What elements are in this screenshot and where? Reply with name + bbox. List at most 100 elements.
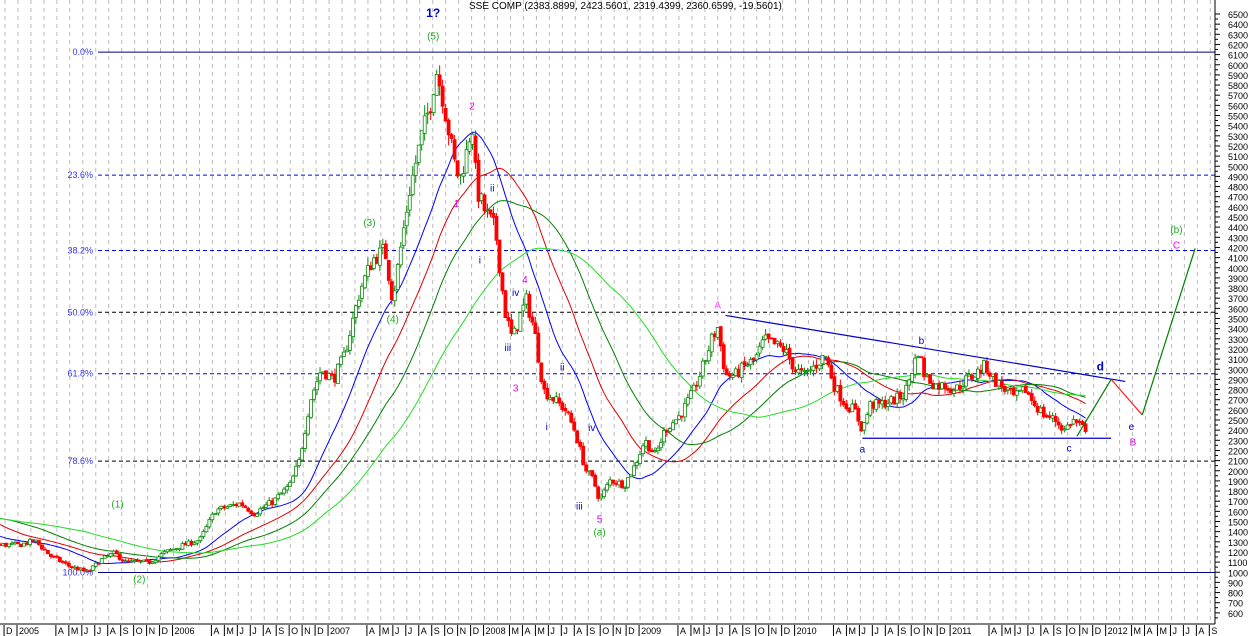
candle-up bbox=[2, 544, 5, 546]
candle-up bbox=[821, 355, 824, 363]
x-tick-label: M bbox=[693, 626, 701, 636]
wave-label: c bbox=[1067, 443, 1072, 454]
x-tick-label: A bbox=[887, 626, 893, 636]
candle-up bbox=[277, 495, 280, 499]
x-tick-label: O bbox=[447, 626, 454, 636]
candle-down bbox=[271, 501, 274, 505]
candle-down bbox=[878, 399, 881, 403]
candle-down bbox=[597, 487, 600, 499]
x-tick-label: J bbox=[719, 626, 724, 636]
x-tick-label: 2012 bbox=[1108, 626, 1128, 636]
candle-up bbox=[818, 365, 821, 369]
y-tick-label: 6400 bbox=[1228, 20, 1248, 30]
wave-label: iv bbox=[588, 423, 595, 434]
candle-down bbox=[17, 542, 20, 544]
candle-up bbox=[322, 372, 325, 373]
candle-down bbox=[564, 408, 567, 410]
candle-up bbox=[133, 561, 136, 562]
candle-up bbox=[435, 74, 438, 95]
candle-up bbox=[731, 375, 734, 377]
candle-up bbox=[513, 328, 516, 334]
candle-up bbox=[208, 520, 211, 527]
candle-down bbox=[860, 422, 863, 431]
candle-up bbox=[982, 360, 985, 373]
x-tick-label: S bbox=[745, 626, 751, 636]
x-tick-label: O bbox=[1069, 626, 1076, 636]
candle-down bbox=[737, 369, 740, 376]
candle-up bbox=[295, 466, 298, 475]
candle-down bbox=[558, 398, 561, 403]
candle-down bbox=[830, 365, 833, 378]
x-tick-label: A bbox=[524, 626, 530, 636]
candle-up bbox=[689, 391, 692, 399]
candle-up bbox=[301, 449, 304, 460]
candle-down bbox=[52, 556, 55, 557]
y-tick-label: 5900 bbox=[1228, 71, 1248, 81]
candle-down bbox=[1054, 416, 1057, 421]
candle-down bbox=[1045, 415, 1048, 417]
wave-label: 5 bbox=[597, 515, 603, 526]
candle-down bbox=[55, 556, 58, 557]
candle-up bbox=[486, 210, 489, 211]
x-tick-label: J bbox=[874, 626, 879, 636]
wave-label: C bbox=[1173, 240, 1180, 251]
x-tick-label: 2009 bbox=[641, 626, 661, 636]
candle-down bbox=[573, 422, 576, 430]
candle-up bbox=[471, 134, 474, 144]
x-tick-label: M bbox=[226, 626, 234, 636]
candle-down bbox=[1060, 425, 1063, 430]
candle-down bbox=[833, 377, 836, 391]
x-tick-label: A bbox=[265, 626, 271, 636]
y-tick-label: 1900 bbox=[1228, 477, 1248, 487]
candle-up bbox=[112, 551, 115, 553]
y-tick-label: 4900 bbox=[1228, 172, 1248, 182]
candle-down bbox=[477, 160, 480, 201]
x-tick-label: A bbox=[110, 626, 116, 636]
candle-up bbox=[14, 542, 17, 543]
candle-down bbox=[842, 401, 845, 404]
y-tick-label: 900 bbox=[1228, 578, 1243, 588]
candle-up bbox=[890, 397, 893, 403]
candle-up bbox=[911, 374, 914, 382]
candle-up bbox=[671, 423, 674, 430]
candle-down bbox=[223, 506, 226, 508]
candle-down bbox=[680, 416, 683, 417]
candle-up bbox=[704, 360, 707, 361]
candle-down bbox=[979, 370, 982, 372]
candle-down bbox=[728, 374, 731, 376]
candle-up bbox=[417, 145, 420, 163]
candle-up bbox=[935, 384, 938, 389]
candle-up bbox=[226, 507, 229, 508]
wave-label: a bbox=[860, 444, 866, 455]
candle-up bbox=[91, 566, 94, 571]
candle-up bbox=[423, 116, 426, 134]
candle-up bbox=[345, 350, 348, 352]
candle-down bbox=[1012, 388, 1015, 395]
candle-down bbox=[779, 343, 782, 346]
candle-down bbox=[788, 348, 791, 359]
y-tick-label: 4000 bbox=[1228, 264, 1248, 274]
y-tick-label: 700 bbox=[1228, 599, 1243, 609]
candle-up bbox=[372, 258, 375, 269]
x-tick-label: N bbox=[615, 626, 622, 636]
candle-up bbox=[298, 459, 301, 465]
candle-up bbox=[166, 550, 169, 552]
x-tick-label: 2006 bbox=[175, 626, 195, 636]
candle-down bbox=[88, 571, 91, 572]
candle-up bbox=[662, 430, 665, 441]
candle-up bbox=[1039, 408, 1042, 413]
x-tick-label: M bbox=[848, 626, 856, 636]
candle-up bbox=[319, 373, 322, 381]
candle-down bbox=[501, 273, 504, 291]
y-tick-label: 1800 bbox=[1228, 487, 1248, 497]
y-tick-label: 5100 bbox=[1228, 152, 1248, 162]
time-axis: D2005AMJJASOND2006AMJJASOND2007AMJJASOND… bbox=[0, 624, 1217, 636]
candle-up bbox=[961, 387, 964, 388]
candle-down bbox=[854, 404, 857, 409]
candle-up bbox=[154, 561, 157, 563]
candle-up bbox=[396, 264, 399, 289]
candle-up bbox=[256, 514, 259, 516]
candle-down bbox=[61, 561, 64, 562]
candle-down bbox=[932, 383, 935, 388]
candle-down bbox=[1033, 401, 1036, 406]
